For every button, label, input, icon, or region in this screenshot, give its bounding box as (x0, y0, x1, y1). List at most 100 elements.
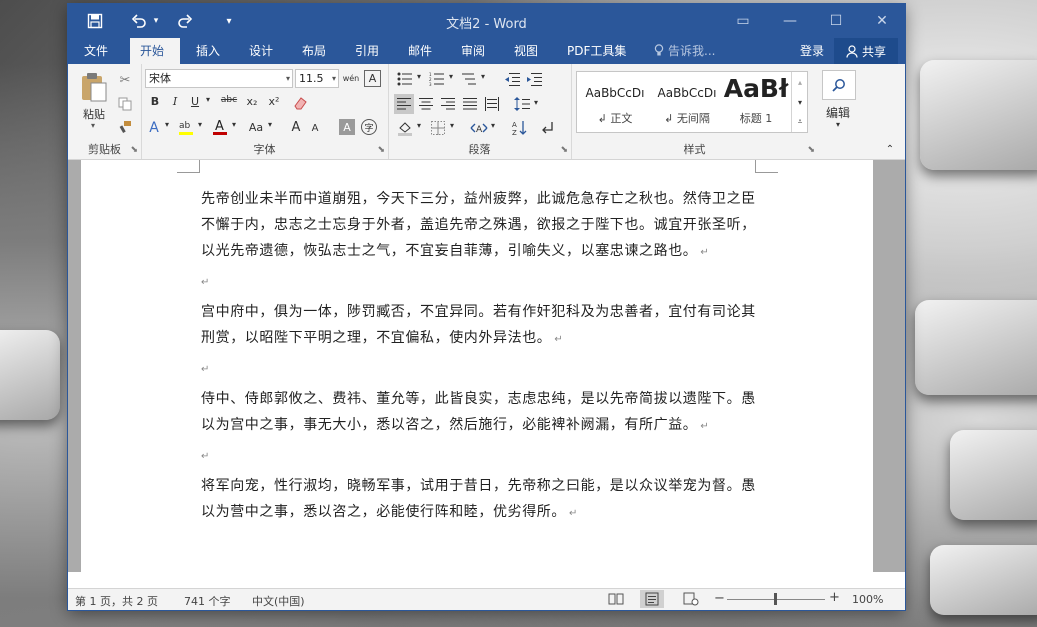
page-count[interactable]: 第 1 页，共 2 页 (75, 593, 158, 609)
chevron-down-icon[interactable]: ▾ (230, 120, 238, 129)
tab-view[interactable]: 视图 (514, 42, 538, 59)
copy-icon[interactable] (116, 96, 134, 112)
grow-font-button[interactable]: A (287, 118, 305, 136)
cut-icon[interactable]: ✂ (116, 72, 134, 88)
increase-indent-icon[interactable] (524, 70, 544, 88)
web-layout-icon[interactable] (683, 592, 699, 606)
share-button[interactable]: 共享 (834, 38, 898, 64)
paste-icon[interactable] (76, 70, 112, 104)
chevron-down-icon[interactable]: ▾ (415, 72, 423, 81)
style-normal[interactable]: AaBbCcDı ↲ 正文 (579, 72, 651, 132)
tab-design[interactable]: 设计 (249, 42, 273, 59)
ribbon-display-options-icon[interactable]: ▭ (728, 10, 758, 32)
font-color-icon[interactable]: A (210, 117, 230, 137)
chevron-down-icon[interactable]: ▾ (196, 120, 204, 129)
sign-in-link[interactable]: 登录 (800, 42, 824, 59)
clipboard-launcher-icon[interactable]: ⬊ (130, 145, 138, 155)
zoom-out-button[interactable]: − (714, 591, 725, 606)
styles-launcher-icon[interactable]: ⬊ (807, 145, 815, 155)
document-body[interactable]: 先帝创业未半而中道崩殂，今天下三分，益州疲弊，此诚危急存亡之秋也。然侍卫之臣不懈… (201, 186, 761, 527)
search-icon[interactable] (822, 70, 856, 100)
maximize-icon[interactable]: ☐ (821, 10, 851, 32)
shrink-font-button[interactable]: A (307, 120, 323, 136)
chevron-down-icon[interactable]: ▾ (447, 72, 455, 81)
style-heading-1[interactable]: AaBł 标题 1 (723, 72, 789, 132)
collapse-ribbon-icon[interactable]: ⌃ (884, 144, 896, 155)
paragraph-launcher-icon[interactable]: ⬊ (560, 145, 568, 155)
chevron-down-icon[interactable]: ▾ (415, 121, 423, 130)
paragraph-mark: ↵ (700, 247, 710, 258)
borders-icon[interactable] (428, 118, 448, 138)
text-highlight-icon[interactable]: ab (175, 117, 197, 137)
line-spacing-icon[interactable] (512, 94, 532, 114)
font-size-box[interactable]: 11.5 ▾ (295, 69, 339, 88)
underline-dropdown-icon[interactable]: ▾ (203, 95, 213, 104)
font-launcher-icon[interactable]: ⬊ (377, 145, 385, 155)
minimize-icon[interactable]: — (775, 10, 805, 32)
style-no-spacing[interactable]: AaBbCcDı ↲ 无间隔 (651, 72, 723, 132)
gallery-up-icon[interactable]: ▴ (792, 72, 808, 92)
underline-button[interactable]: U (187, 95, 203, 108)
chevron-down-icon[interactable]: ▾ (286, 70, 290, 87)
enclose-characters-icon[interactable]: 字 (361, 119, 377, 135)
zoom-slider-thumb[interactable] (774, 593, 777, 605)
person-icon (846, 44, 858, 58)
shading-icon[interactable] (394, 118, 416, 138)
justify-icon[interactable] (460, 94, 480, 114)
clear-formatting-icon[interactable] (289, 93, 311, 113)
paste-dropdown-icon[interactable]: ▾ (86, 121, 100, 130)
show-hide-marks-icon[interactable] (538, 118, 556, 138)
tell-me-box[interactable]: 告诉我... (654, 42, 715, 59)
numbering-icon[interactable]: 123 (426, 70, 448, 88)
change-case-button[interactable]: Aa (245, 118, 267, 136)
subscript-button[interactable]: x₂ (243, 95, 261, 108)
phonetic-guide-button[interactable]: wén (342, 69, 360, 87)
distributed-icon[interactable] (482, 94, 502, 114)
tab-mailings[interactable]: 邮件 (408, 42, 432, 59)
chevron-down-icon[interactable]: ▾ (448, 121, 456, 130)
print-layout-icon[interactable] (640, 590, 664, 608)
tab-references[interactable]: 引用 (355, 42, 379, 59)
chevron-down-icon[interactable]: ▾ (489, 121, 497, 130)
tab-insert[interactable]: 插入 (196, 42, 220, 59)
tab-layout[interactable]: 布局 (302, 42, 326, 59)
superscript-button[interactable]: x² (265, 95, 283, 108)
chinese-layout-icon[interactable]: A (468, 118, 490, 138)
editing-dropdown-icon[interactable]: ▾ (832, 120, 844, 129)
bullets-icon[interactable] (394, 70, 416, 88)
read-mode-icon[interactable] (608, 592, 624, 606)
chevron-down-icon[interactable]: ▾ (532, 98, 540, 107)
tab-review[interactable]: 审阅 (461, 42, 485, 59)
zoom-level[interactable]: 100% (852, 593, 883, 606)
close-icon[interactable]: ✕ (867, 10, 897, 32)
strikethrough-button[interactable]: abc (217, 95, 241, 105)
editing-button[interactable]: 编辑 (818, 104, 858, 121)
gallery-down-icon[interactable]: ▾ (792, 92, 808, 112)
text-effects-icon[interactable]: A (145, 118, 163, 138)
multilevel-list-icon[interactable] (458, 70, 480, 88)
chevron-down-icon[interactable]: ▾ (332, 70, 336, 87)
document-page[interactable]: 先帝创业未半而中道崩殂，今天下三分，益州疲弊，此诚危急存亡之秋也。然侍卫之臣不懈… (81, 160, 873, 572)
italic-button[interactable]: I (167, 95, 183, 108)
align-left-icon[interactable] (394, 94, 414, 114)
format-painter-icon[interactable] (116, 119, 134, 135)
paste-button[interactable]: 粘贴 (76, 106, 112, 122)
sort-icon[interactable]: AZ (510, 118, 530, 138)
character-border-button[interactable]: A (364, 70, 381, 87)
gallery-more-icon[interactable]: ⩡ (792, 112, 808, 132)
chevron-down-icon[interactable]: ▾ (266, 120, 274, 129)
chevron-down-icon[interactable]: ▾ (479, 72, 487, 81)
tab-pdf-tools[interactable]: PDF工具集 (567, 42, 626, 59)
tab-file[interactable]: 文件 (84, 42, 108, 59)
bold-button[interactable]: B (147, 95, 163, 108)
align-right-icon[interactable] (438, 94, 458, 114)
chevron-down-icon[interactable]: ▾ (163, 120, 171, 129)
decrease-indent-icon[interactable] (502, 70, 522, 88)
word-count[interactable]: 741 个字 (184, 593, 231, 609)
font-name-box[interactable]: 宋体 ▾ (145, 69, 293, 88)
align-center-icon[interactable] (416, 94, 436, 114)
language-indicator[interactable]: 中文(中国) (252, 593, 305, 609)
character-shading-icon[interactable]: A (339, 119, 355, 135)
zoom-in-button[interactable]: + (829, 590, 840, 605)
tab-home[interactable]: 开始 (130, 38, 180, 64)
